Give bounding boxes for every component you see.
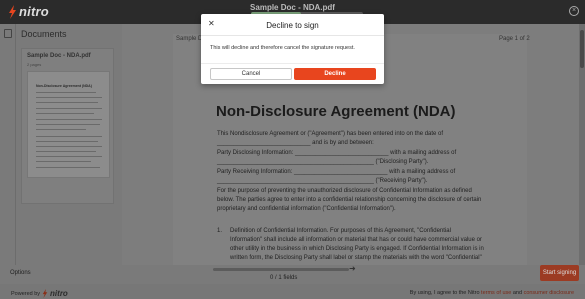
documents-sidebar: Documents Sample Doc - NDA.pdf 2 pages N… bbox=[0, 24, 122, 265]
thumbnail-text-line bbox=[36, 141, 98, 142]
thumbnail-text-line bbox=[36, 97, 102, 98]
dialog-header: ✕ Decline to sign bbox=[201, 14, 384, 36]
thumbnail-text-line bbox=[36, 161, 91, 162]
dialog-title: Decline to sign bbox=[266, 21, 319, 30]
thumbnail-text-line bbox=[36, 136, 102, 137]
thumbnail-text-line bbox=[36, 151, 96, 152]
start-signing-button[interactable]: Start signing bbox=[540, 265, 579, 281]
document-title: Sample Doc - NDA.pdf bbox=[250, 3, 335, 12]
document-heading: Non-Disclosure Agreement (NDA) bbox=[216, 103, 456, 120]
thumbnail-text-line bbox=[36, 146, 102, 147]
sidebar-title: Documents bbox=[21, 29, 67, 39]
thumbnail-page-count: 2 pages bbox=[27, 62, 42, 67]
options-button[interactable]: Options bbox=[10, 270, 31, 276]
document-scrollbar[interactable] bbox=[579, 24, 585, 265]
decline-dialog: ✕ Decline to sign This will decline and … bbox=[201, 14, 384, 84]
thumbnail-text-line bbox=[36, 129, 86, 130]
terms-notice-text: By using, I agree to the Nitro bbox=[409, 290, 480, 296]
cancel-button[interactable]: Cancel bbox=[210, 68, 292, 80]
thumbnail-text-line bbox=[36, 119, 102, 120]
powered-by-label: Powered by bbox=[11, 290, 41, 297]
nitro-footer-logo-icon bbox=[42, 289, 48, 298]
thumbnail-text-line bbox=[36, 108, 102, 109]
party-receiving-line-2: ________________________________________… bbox=[217, 178, 428, 184]
clause-number: 1. bbox=[217, 228, 223, 234]
dialog-message: This will decline and therefore cancel t… bbox=[210, 45, 355, 51]
party-disclosing-line-2: ________________________________________… bbox=[217, 159, 429, 165]
thumbnail-text-line bbox=[36, 113, 94, 114]
powered-by: Powered by nitro bbox=[11, 289, 68, 298]
close-icon[interactable]: × bbox=[569, 6, 579, 16]
thumbnail-text-line bbox=[36, 124, 100, 125]
thumbnail-heading: Non-Disclosure Agreement (NDA) bbox=[36, 84, 92, 88]
dialog-divider bbox=[201, 63, 384, 64]
thumbnail-page-preview: Non-Disclosure Agreement (NDA) bbox=[27, 71, 110, 178]
clause-line-4: written form, the Disclosing Party shall… bbox=[230, 255, 482, 261]
page-count: Page 1 of 2 bbox=[499, 36, 530, 42]
thumbnail-text-line bbox=[36, 156, 102, 157]
scrollbar-thumb[interactable] bbox=[580, 30, 584, 68]
thumbnail-file-name: Sample Doc - NDA.pdf bbox=[27, 53, 91, 59]
purpose-line-3: proprietary and confidential information… bbox=[217, 206, 396, 212]
terms-of-use-link[interactable]: terms of use bbox=[481, 290, 511, 296]
thumbnail-text-line bbox=[36, 102, 98, 103]
intro-line-2: ____________________________ and is by a… bbox=[217, 140, 374, 146]
terms-notice: By using, I agree to the Nitro terms of … bbox=[410, 290, 574, 296]
thumbnail-text-line bbox=[36, 167, 100, 168]
fields-count: 0 / 1 fields bbox=[270, 275, 298, 281]
fields-progress-track bbox=[213, 268, 349, 271]
thumbnail-text-line bbox=[36, 92, 96, 93]
documents-icon[interactable] bbox=[4, 29, 12, 38]
decline-button[interactable]: Decline bbox=[294, 68, 376, 80]
footer-logo-text: nitro bbox=[50, 289, 68, 298]
consumer-disclosure-link[interactable]: consumer disclosure bbox=[524, 290, 574, 296]
sidebar-rail bbox=[0, 24, 16, 265]
document-thumbnail-card[interactable]: Sample Doc - NDA.pdf 2 pages Non-Disclos… bbox=[21, 48, 114, 204]
terms-and-text: and bbox=[512, 290, 523, 296]
next-field-arrow-icon[interactable]: ➜ bbox=[349, 264, 356, 273]
